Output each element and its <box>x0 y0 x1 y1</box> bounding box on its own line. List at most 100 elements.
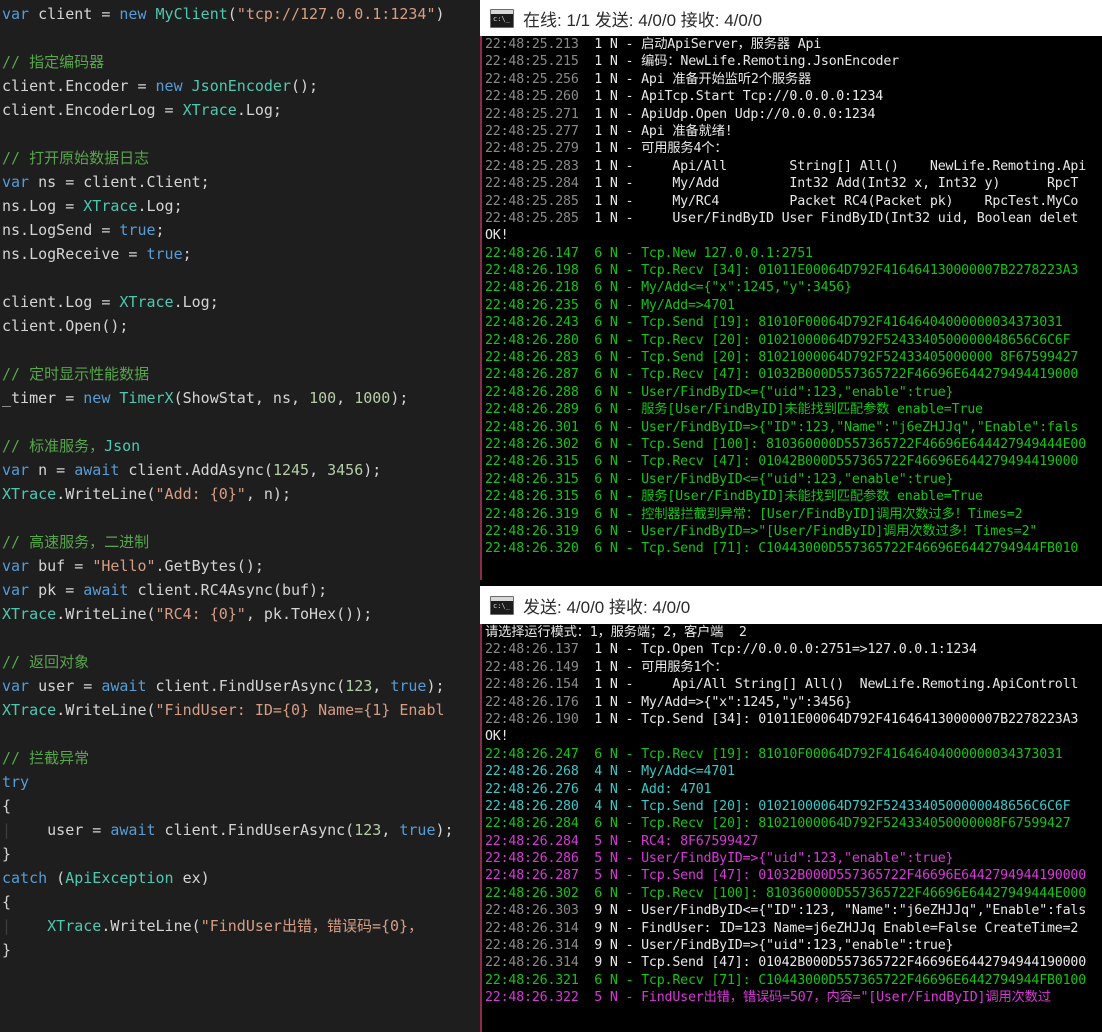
code-token: client.Log = <box>2 293 120 311</box>
code-token: (); <box>291 77 319 95</box>
log-message: 5 N - FindUser出错，错误码=507，内容="[User/FindB… <box>578 990 1051 1006</box>
client-console-output[interactable]: 请选择运行模式：1，服务端；2，客户端 2 22:48:26.137 1 N - … <box>480 624 1102 1032</box>
log-message: 1 N - 编码：NewLife.Remoting.JsonEncoder <box>578 54 899 70</box>
code-token: , <box>381 821 400 839</box>
code-token: Json <box>104 437 141 455</box>
log-line: 22:48:26.314 9 N - User/FindByID=>{"uid"… <box>482 937 1102 954</box>
code-token: client.Encoder = <box>2 77 156 95</box>
log-message: 1 N - Api/All String[] All() NewLife.Rem… <box>578 158 1087 174</box>
log-line: 22:48:26.288 6 N - User/FindByID<={"uid"… <box>482 384 1102 401</box>
log-line: 22:48:26.147 6 N - Tcp.New 127.0.0.1:275… <box>482 245 1102 262</box>
log-timestamp: 22:48:26.302 <box>485 885 579 901</box>
code-token: // 打开原始数据日志 <box>2 149 150 167</box>
code-token: client.AddAsync( <box>119 461 273 479</box>
log-line: 22:48:25.215 1 N - 编码：NewLife.Remoting.J… <box>482 53 1102 70</box>
log-message: 1 N - ApiUdp.Open Udp://0.0.0.0:1234 <box>578 106 876 122</box>
cmd-icon <box>490 595 514 615</box>
log-message: 1 N - My/Add=>{"x":1245,"y":3456} <box>578 694 852 710</box>
code-token: ex) <box>173 869 210 887</box>
log-timestamp: 22:48:26.149 <box>485 659 579 675</box>
code-line: ns.LogSend = true; <box>0 218 480 242</box>
code-token: , <box>336 389 355 407</box>
log-message: 1 N - Tcp.Open Tcp://0.0.0.0:2751=>127.0… <box>578 642 977 658</box>
client-console-titlebar[interactable]: 发送: 4/0/0 接收: 4/0/0 <box>480 586 1102 624</box>
code-token: , pk.ToHex()); <box>245 605 373 623</box>
client-console-title: 发送: 4/0/0 接收: 4/0/0 <box>523 597 691 617</box>
log-line: 22:48:26.247 6 N - Tcp.Recv [19]: 81010F… <box>482 746 1102 763</box>
log-line: 22:48:26.314 9 N - Tcp.Send [47]: 01042B… <box>482 954 1102 971</box>
code-text[interactable]: var client = new MyClient("tcp://127.0.0… <box>0 2 480 962</box>
code-token: XTrace <box>2 605 57 623</box>
code-token: true <box>146 245 183 263</box>
log-line: 22:48:25.277 1 N - Api 准备就绪! <box>482 123 1102 140</box>
log-timestamp: 22:48:26.287 <box>485 367 579 383</box>
log-line: 22:48:26.284 5 N - RC4: 8F67599427 <box>482 833 1102 850</box>
code-token: _timer = <box>2 389 84 407</box>
log-message: 1 N - 启动ApiServer，服务器 Api <box>578 37 822 52</box>
log-timestamp: 22:48:26.314 <box>485 920 579 936</box>
code-token: var <box>2 461 30 479</box>
log-line: 请选择运行模式：1，服务端；2，客户端 2 <box>482 624 1102 641</box>
log-line: 22:48:26.319 6 N - 控制器拦截到异常：[User/FindBy… <box>482 506 1102 523</box>
server-console-titlebar[interactable]: 在线: 1/1 发送: 4/0/0 接收: 4/0/0 <box>480 0 1102 36</box>
code-token: .WriteLine( <box>56 605 156 623</box>
code-token: var <box>2 557 30 575</box>
code-line: ns.Log = XTrace.Log; <box>0 194 480 218</box>
log-message: 1 N - Api 准备开始监听2个服务器 <box>578 71 812 87</box>
log-message: 6 N - Tcp.Recv [47]: 01032B000D557365722… <box>578 367 1079 383</box>
code-token: 1245 <box>272 461 310 479</box>
code-token: true <box>390 677 427 695</box>
log-message: 6 N - Tcp.Recv [71]: C10443000D557365722… <box>578 972 1087 988</box>
code-token: ; <box>155 221 165 239</box>
log-message: 6 N - 服务[User/FindByID]未能找到匹配参数 enable=T… <box>578 402 983 418</box>
code-token: ); <box>363 461 382 479</box>
code-editor-pane[interactable]: var client = new MyClient("tcp://127.0.0… <box>0 0 480 1032</box>
log-timestamp: 22:48:26.322 <box>485 990 579 1006</box>
code-token: } <box>2 941 12 959</box>
code-token: ); <box>390 389 409 407</box>
log-message: 6 N - Tcp.Recv [20]: 81021000064D792F524… <box>578 816 1071 832</box>
log-message: 6 N - User/FindByID=>{"ID":123,"Name":"j… <box>578 419 1079 435</box>
server-console-window[interactable]: 在线: 1/1 发送: 4/0/0 接收: 4/0/0 22:48:25.213… <box>480 0 1102 580</box>
code-token: TimerX <box>119 389 174 407</box>
log-line: 22:48:26.268 4 N - My/Add<=4701 <box>482 763 1102 780</box>
code-token: var <box>2 173 30 191</box>
code-token: "tcp://127.0.0.1:1234" <box>236 5 436 23</box>
code-token: // 定时显示性能数据 <box>2 365 150 383</box>
log-message: 4 N - Tcp.Send [20]: 01021000064D792F524… <box>578 798 1071 814</box>
log-message: 4 N - Add: 4701 <box>578 781 712 797</box>
code-token: .Log; <box>137 197 183 215</box>
log-timestamp: 22:48:26.303 <box>485 903 579 919</box>
log-line: 22:48:26.284 6 N - Tcp.Recv [20]: 810210… <box>482 815 1102 832</box>
code-token: 3456 <box>327 461 364 479</box>
log-message: 1 N - ApiTcp.Start Tcp://0.0.0.0:1234 <box>578 89 884 105</box>
code-token: ) <box>435 5 445 23</box>
log-timestamp: 22:48:26.315 <box>485 471 579 487</box>
log-line: 22:48:25.279 1 N - 可用服务4个： <box>482 140 1102 157</box>
log-timestamp: 22:48:25.285 <box>485 210 579 226</box>
code-token: ( <box>227 5 237 23</box>
log-message: 9 N - User/FindByID<={"ID":123, "Name":"… <box>578 903 1087 919</box>
code-token: ApiException <box>65 869 174 887</box>
log-timestamp: 22:48:26.283 <box>485 350 579 366</box>
log-message: 1 N - My/Add Int32 Add(Int32 x, Int32 y)… <box>578 176 1079 192</box>
cmd-icon <box>490 8 514 28</box>
code-token: 1000 <box>354 389 391 407</box>
code-token: MyClient <box>155 5 228 23</box>
client-console-window[interactable]: 发送: 4/0/0 接收: 4/0/0 请选择运行模式：1，服务端；2，客户端 … <box>480 586 1102 1032</box>
code-line: XTrace.WriteLine("RC4: {0}", pk.ToHex())… <box>0 602 480 626</box>
code-token: ns.LogSend = <box>2 221 120 239</box>
log-line: 22:48:26.276 4 N - Add: 4701 <box>482 781 1102 798</box>
code-token: buf = <box>29 557 93 575</box>
code-token: ); <box>435 821 454 839</box>
code-line: // 拦截异常 <box>0 746 480 770</box>
code-token: "RC4: {0}" <box>155 605 246 623</box>
log-timestamp: 22:48:26.314 <box>485 938 579 954</box>
code-line: { <box>0 794 480 818</box>
server-console-output[interactable]: 22:48:25.213 1 N - 启动ApiServer，服务器 Api 22… <box>480 36 1102 580</box>
log-timestamp: 22:48:26.302 <box>485 436 579 452</box>
log-message: 6 N - Tcp.Recv [100]: 810360000D55736572… <box>578 885 1087 901</box>
